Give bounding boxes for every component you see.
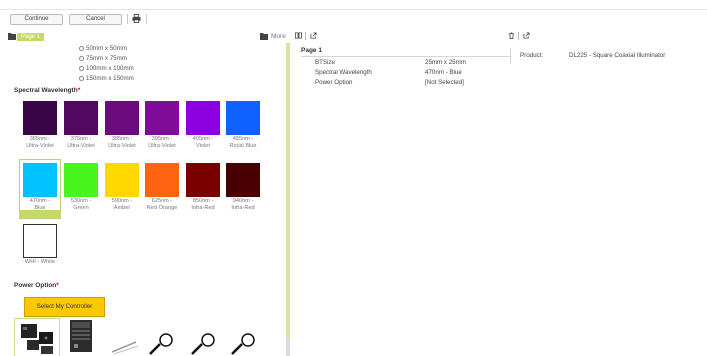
swatch-530nm[interactable] — [64, 163, 98, 197]
swatch-white[interactable] — [23, 224, 57, 258]
summary-row-key: Spectral Wavelength — [315, 69, 372, 76]
swatch-label: 385nm - Ultra-Violet — [101, 136, 143, 149]
summary-row-value: [Not Selected] — [425, 79, 464, 86]
swatch-365nm[interactable] — [23, 101, 57, 135]
swatch-405nm[interactable] — [186, 101, 220, 135]
radio-icon[interactable] — [79, 76, 84, 81]
required-mark: * — [56, 282, 59, 289]
power-cord-image[interactable] — [228, 318, 258, 356]
printer-icon[interactable] — [132, 14, 141, 23]
spectral-wavelength-title: Spectral Wavelength — [14, 87, 78, 94]
trash-icon[interactable] — [508, 32, 515, 39]
top-divider — [0, 9, 707, 10]
continue-button[interactable]: Continue — [10, 14, 63, 25]
swatch-label: 940nm - Infra-Red — [222, 198, 264, 211]
more-link[interactable]: More — [271, 33, 286, 40]
summary-page-title: Page 1 — [301, 47, 322, 54]
size-option[interactable]: 50mm x 50mm — [79, 45, 127, 52]
swatch-label: 625nm - Red Orange — [141, 198, 183, 211]
swatch-label-line: Violet — [196, 142, 210, 149]
swatch-label: 375nm - Ultra-Violet — [60, 136, 102, 149]
swatch-385nm[interactable] — [105, 101, 139, 135]
swatch-label: 365nm - Ultra-Violet — [19, 136, 61, 149]
folder-icon[interactable] — [260, 33, 268, 40]
toolbar-separator — [146, 14, 147, 24]
swatch-label: 395nm - Ultra-Violet — [141, 136, 183, 149]
configurator-panel: Page 1 More 50mm x 50mm 75mm x 75mm 100m… — [0, 30, 287, 356]
external-link-icon[interactable] — [523, 32, 530, 39]
swatch-label-line: Ultra-Violet — [26, 142, 54, 149]
toolbar-separator — [305, 32, 306, 40]
product-label: Product: — [520, 52, 544, 59]
radio-icon[interactable] — [79, 46, 84, 51]
cable-image[interactable] — [110, 318, 140, 356]
size-option-label: 75mm x 75mm — [86, 55, 127, 62]
swatch-label-line: Ultra-Violet — [67, 142, 95, 149]
page-tab[interactable]: Page 1 — [17, 33, 45, 41]
swatch-label: 405nm - Violet — [182, 136, 224, 149]
swatch-label-line: Royal Blue — [229, 142, 257, 149]
swatch-label: 590nm - Amber — [101, 198, 143, 211]
summary-row-value: 25mm x 25mm — [425, 59, 466, 66]
selected-swatch-indicator — [19, 210, 61, 218]
swatch-470nm[interactable] — [23, 163, 57, 197]
column-divider — [510, 48, 511, 64]
external-link-icon[interactable] — [310, 32, 317, 39]
rack-controller-image[interactable] — [68, 318, 96, 356]
power-option-heading: Power Option* — [14, 282, 59, 289]
swatch-label-line: Infra-Red — [191, 204, 215, 211]
swatch-label-line: Amber — [113, 204, 131, 211]
size-option[interactable]: 100mm x 100mm — [79, 65, 134, 72]
folder-icon[interactable] — [8, 33, 16, 40]
swatch-label: 455nm - Royal Blue — [222, 136, 264, 149]
swatch-850nm[interactable] — [186, 163, 220, 197]
size-option-label: 150mm x 150mm — [86, 75, 134, 82]
power-cord-image[interactable] — [188, 318, 218, 356]
swatch-label: 850nm - Infra-Red — [182, 198, 224, 211]
summary-divider — [301, 56, 510, 57]
radio-icon[interactable] — [79, 56, 84, 61]
size-option-label: 50mm x 50mm — [86, 45, 127, 52]
controller-unit-image[interactable] — [17, 318, 59, 356]
product-value: DL225 - Square Coaxial Illuminator — [569, 52, 666, 59]
swatch-label-line: Infra-Red — [231, 204, 255, 211]
required-mark: * — [77, 87, 81, 94]
swatch-label: 470nm - Blue — [19, 198, 61, 211]
summary-row-key: BTSize — [315, 59, 335, 66]
size-option[interactable]: 75mm x 75mm — [79, 55, 127, 62]
swatch-label: WHI - White — [24, 259, 56, 265]
swatch-375nm[interactable] — [64, 101, 98, 135]
spectral-wavelength-heading: Spectral Wavelength* — [14, 87, 80, 94]
book-icon[interactable] — [295, 32, 302, 39]
swatch-625nm[interactable] — [145, 163, 179, 197]
top-toolbar: Continue Cancel — [0, 0, 707, 30]
summary-row-key: Power Option — [315, 79, 353, 86]
toolbar-separator — [518, 32, 519, 40]
swatch-label-line: Ultra-Violet — [108, 142, 136, 149]
page-tab-bar: Page 1 More — [0, 30, 287, 42]
toolbar-separator — [127, 14, 128, 24]
size-option-label: 100mm x 100mm — [86, 65, 134, 72]
summary-row-value: 470nm - Blue — [425, 69, 462, 76]
select-controller-button[interactable]: Select My Controller — [24, 297, 105, 317]
swatch-395nm[interactable] — [145, 101, 179, 135]
power-cord-image[interactable] — [146, 318, 176, 356]
swatch-label: 530nm - Green — [60, 198, 102, 211]
swatch-label-line: Ultra-Violet — [148, 142, 176, 149]
radio-icon[interactable] — [79, 66, 84, 71]
size-option[interactable]: 150mm x 150mm — [79, 75, 134, 82]
scrollbar-thumb[interactable] — [286, 43, 290, 338]
summary-panel: Page 1 BTSize 25mm x 25mm Spectral Wavel… — [292, 30, 707, 356]
swatch-940nm[interactable] — [226, 163, 260, 197]
power-option-title: Power Option — [14, 282, 57, 289]
swatch-label-line: Red Orange — [146, 204, 178, 211]
swatch-label-line: Green — [73, 204, 89, 211]
swatch-label-line: Blue — [34, 204, 46, 211]
swatch-590nm[interactable] — [105, 163, 139, 197]
swatch-455nm[interactable] — [226, 101, 260, 135]
cancel-button[interactable]: Cancel — [69, 14, 122, 25]
